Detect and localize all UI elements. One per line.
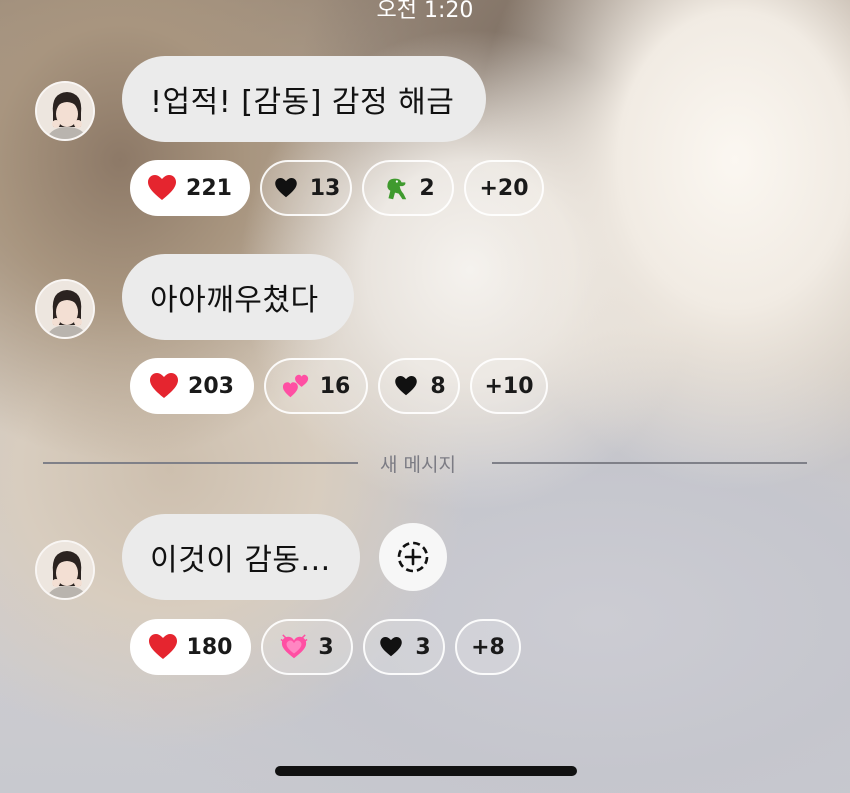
reaction-count: 180 [186,634,233,660]
sender-avatar[interactable] [35,279,95,339]
home-indicator[interactable] [275,766,577,776]
growing-heart-icon [280,633,308,661]
reaction-pill-black-heart[interactable]: 8 [378,358,460,414]
more-reactions-count: +8 [471,634,505,660]
divider-line-right [492,462,807,464]
more-reactions-pill[interactable]: +10 [470,358,548,414]
t-rex-icon [381,174,409,202]
add-reaction-button[interactable] [379,523,447,591]
reaction-pill-red-heart[interactable]: 221 [130,160,250,216]
message-bubble[interactable]: !업적! [감동] 감정 해금 [122,56,486,142]
divider-line-left [43,462,358,464]
red-heart-icon [150,372,179,400]
reaction-count: 203 [188,373,234,399]
red-heart-icon [148,174,177,202]
reaction-pill-red-heart[interactable]: 203 [130,358,254,414]
reaction-pill-black-heart[interactable]: 3 [363,619,445,675]
more-reactions-count: +10 [484,373,534,399]
reaction-count: 3 [415,634,431,660]
message-bubble[interactable]: 아아깨우쳤다 [122,254,354,340]
reaction-pill-two-hearts[interactable]: 16 [264,358,368,414]
add-circle-icon [397,541,429,573]
reaction-count: 8 [430,373,446,399]
reaction-count: 13 [309,175,341,201]
message-bubble[interactable]: 이것이 감동... [122,514,360,600]
black-heart-icon [377,633,405,661]
reaction-count: 3 [318,634,334,660]
reaction-pill-red-heart[interactable]: 180 [130,619,251,675]
reaction-pill-black-heart[interactable]: 13 [260,160,352,216]
new-messages-label: 새 메시지 [380,454,456,476]
reaction-pill-t-rex[interactable]: 2 [362,160,454,216]
status-time: 오전 1:20 [376,0,474,23]
black-heart-icon [272,174,300,202]
sender-avatar[interactable] [35,81,95,141]
more-reactions-pill[interactable]: +20 [464,160,544,216]
reaction-count: 221 [186,175,232,201]
reaction-count: 16 [319,373,351,399]
more-reactions-count: +20 [479,175,529,201]
reaction-count: 2 [419,175,435,201]
more-reactions-pill[interactable]: +8 [455,619,521,675]
black-heart-icon [392,372,420,400]
two-hearts-icon [282,372,310,400]
sender-avatar[interactable] [35,540,95,600]
reaction-pill-growing-heart[interactable]: 3 [261,619,353,675]
red-heart-icon [148,633,177,661]
